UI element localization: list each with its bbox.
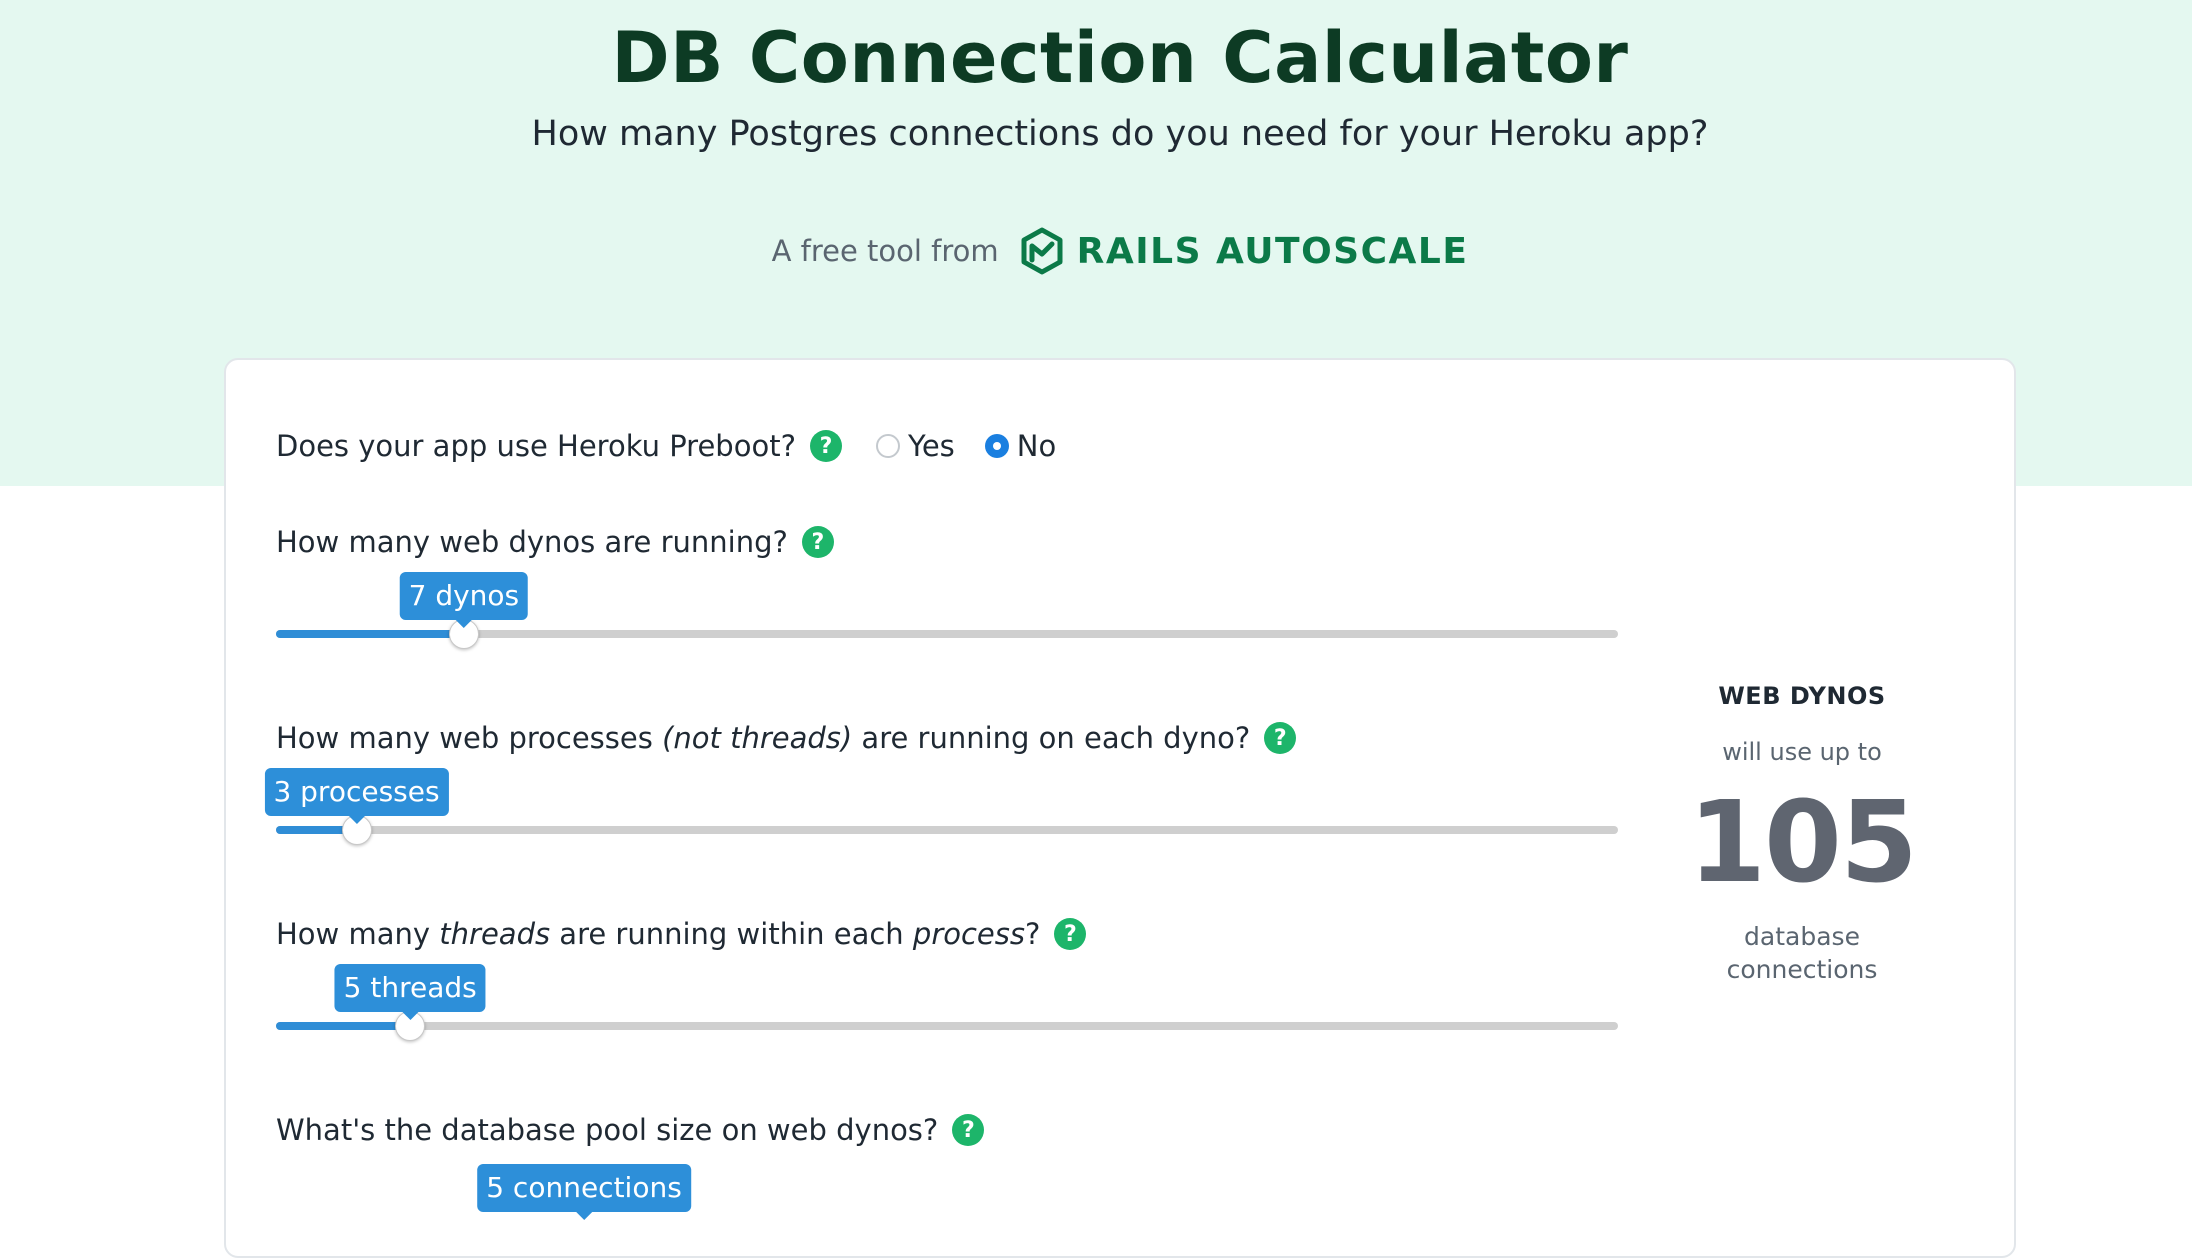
slider-track[interactable] [276,1022,1618,1030]
radio-yes[interactable] [875,434,900,458]
dynos-slider[interactable]: 7 dynos [276,572,1618,649]
result-prefix: will use up to [1722,738,1882,766]
threads-question: How many threads are running within each… [276,912,1087,956]
preboot-option-no[interactable]: No [984,429,1057,463]
dynos-question-text: How many web dynos are running? [276,525,788,559]
result-suffix: database connections [1726,922,1878,984]
pool-question: What's the database pool size on web dyn… [276,1108,985,1152]
credit-text: A free tool from [771,234,999,268]
rails-autoscale-logo-icon[interactable] [1017,226,1067,276]
slider-value-bubble: 5 threads [334,964,486,1020]
help-icon[interactable]: ? [801,526,834,558]
processes-slider[interactable]: 3 processes [264,768,1618,845]
threads-question-text-c: ? [1024,917,1041,951]
brand-name-link[interactable]: RAILS AUTOSCALE [1077,231,1469,272]
preboot-question: Does your app use Heroku Preboot? ? Yes … [276,424,1086,468]
radio-no-label: No [1016,429,1057,463]
threads-slider[interactable]: 5 threads [276,964,1618,1041]
processes-question: How many web processes (not threads) are… [276,716,1297,760]
pool-question-text: What's the database pool size on web dyn… [276,1113,939,1147]
slider-track[interactable] [276,826,1618,834]
slider-value-bubble: 3 processes [264,768,449,824]
threads-question-text-a: How many [276,917,440,951]
page-subtitle: How many Postgres connections do you nee… [531,114,1709,154]
slider-fill [276,1022,411,1030]
result-label: WEB DYNOS [1718,682,1886,710]
preboot-option-yes[interactable]: Yes [875,429,955,463]
preboot-question-text: Does your app use Heroku Preboot? [276,429,796,463]
help-icon[interactable]: ? [952,1114,985,1146]
threads-question-emphasis-1: threads [439,917,551,951]
page-title: DB Connection Calculator [611,17,1629,99]
pool-value-bubble: 5 connections [477,1164,691,1220]
slider-fill [276,630,464,638]
dynos-question: How many web dynos are running? ? [276,520,834,564]
threads-question-emphasis-2: process [912,917,1025,951]
radio-yes-label: Yes [907,429,955,463]
credit-line: A free tool from RAILS AUTOSCALE [0,226,2192,276]
calculator-card: Does your app use Heroku Preboot? ? Yes … [224,358,2016,1258]
preboot-radio-group: Yes No [875,429,1086,463]
slider-value-bubble: 7 dynos [399,572,529,628]
result-number: 105 [1688,778,1918,908]
radio-no[interactable] [984,434,1009,458]
threads-question-text-b: are running within each [550,917,913,951]
help-icon[interactable]: ? [1054,918,1087,950]
help-icon[interactable]: ? [809,430,842,462]
processes-question-text-b: are running on each dyno? [852,721,1251,755]
result-panel: WEB DYNOS will use up to 105 database co… [1652,676,1952,986]
processes-question-text-a: How many web processes [276,721,663,755]
processes-question-emphasis: (not threads) [662,721,853,755]
help-icon[interactable]: ? [1264,722,1297,754]
